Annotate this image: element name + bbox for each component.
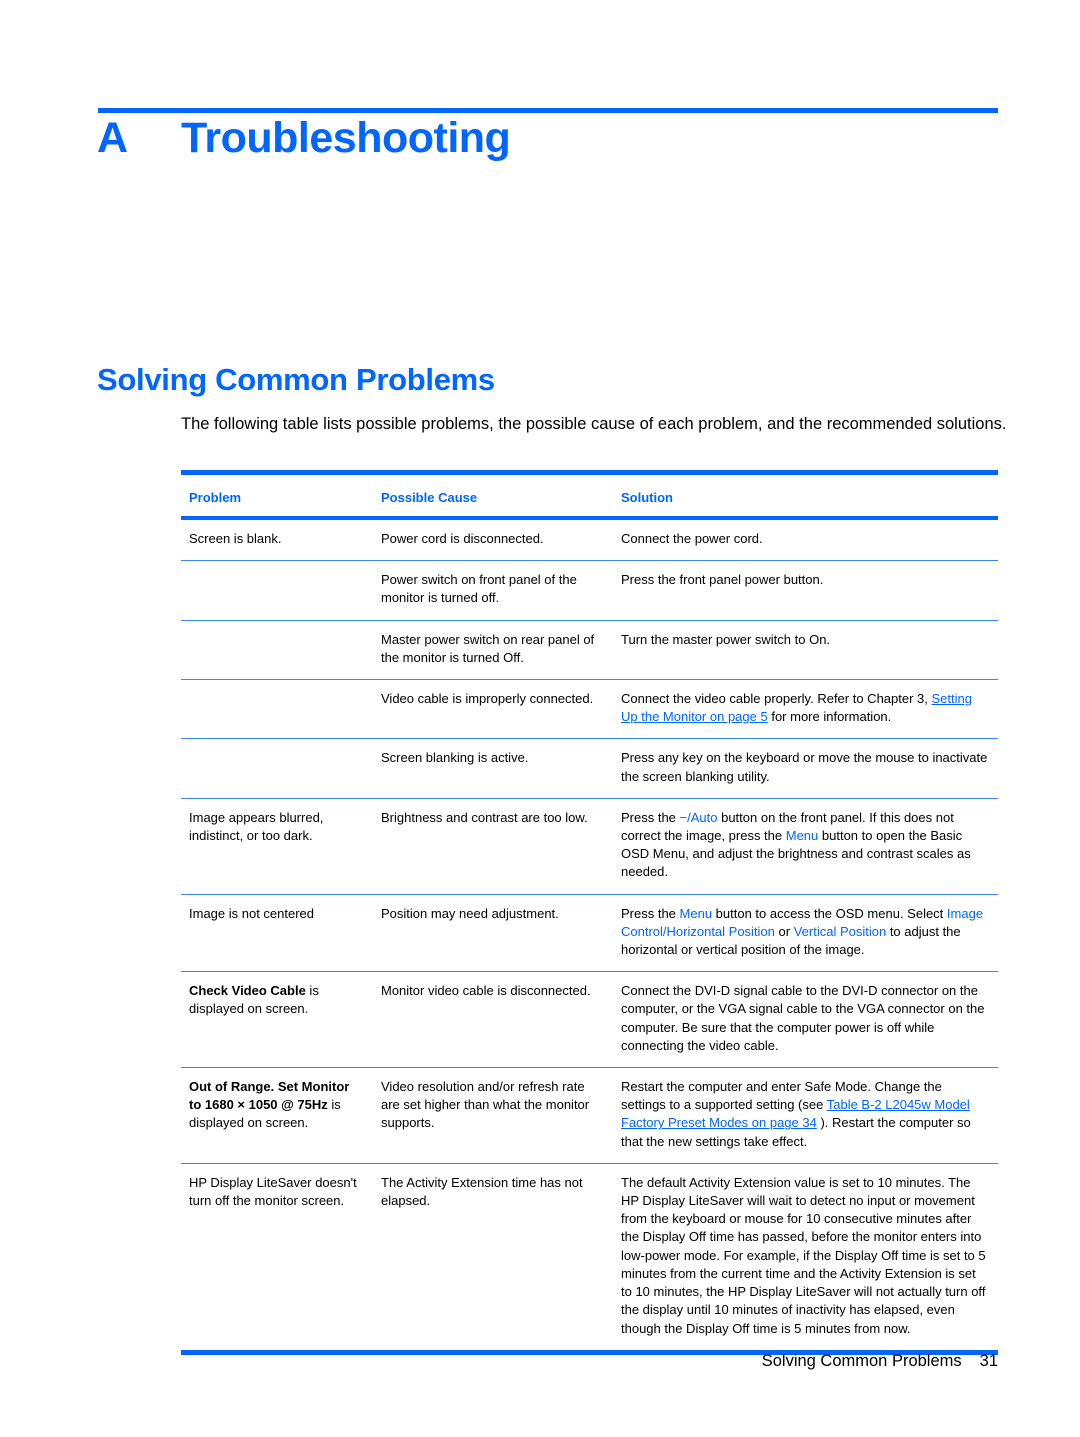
table-row: Master power switch on rear panel of the… [181, 620, 998, 681]
table-row: Image appears blurred, indistinct, or to… [181, 798, 998, 895]
cell-solution: Restart the computer and enter Safe Mode… [613, 1067, 998, 1164]
cell-possible-cause: The Activity Extension time has not elap… [381, 1174, 583, 1209]
header-solution: Solution [621, 490, 673, 505]
table-row: Check Video Cable is displayed on screen… [181, 971, 998, 1069]
cell-solution: Press the −/Auto button on the front pan… [613, 798, 998, 895]
text-run: for more information. [767, 709, 892, 725]
table-row: Screen blanking is active. Press any key … [181, 738, 998, 799]
cell-solution: Connect the DVI-D signal cable to the DV… [613, 971, 998, 1069]
ui-term: Menu [785, 828, 819, 844]
page-number: 31 [979, 1352, 998, 1370]
chapter-letter: A [97, 114, 128, 162]
table-header-row: Problem Possible Cause Solution [181, 475, 998, 516]
cell-problem: Screen is blank. [181, 520, 373, 562]
cell-solution: Connect the video cable properly. Refer … [613, 679, 998, 740]
cell-solution: Press any key on the keyboard or move th… [613, 738, 998, 799]
section-title: Solving Common Problems [97, 362, 495, 397]
text-run: Image appears blurred, indistinct, or to… [189, 809, 324, 844]
chapter-title: A Troubleshooting [97, 114, 511, 163]
table-row: Out of Range. Set Monitor to 1680 × 1050… [181, 1067, 998, 1164]
table-row: Power switch on front panel of the monit… [181, 560, 998, 621]
page-footer: Solving Common Problems 31 [762, 1352, 998, 1371]
cell-solution: Connect the power cord. [613, 520, 998, 562]
section-intro: The following table lists possible probl… [181, 415, 1007, 433]
cell-possible-cause: Screen blanking is active. [373, 738, 613, 799]
cell-problem: Image is not centered [181, 894, 373, 973]
text-run: HP Display LiteSaver doesn't turn off th… [189, 1174, 357, 1209]
table-row: Screen is blank. Power cord is disconnect… [181, 520, 998, 562]
header-possible-cause: Possible Cause [381, 490, 478, 505]
cell-problem: HP Display LiteSaver doesn't turn off th… [181, 1163, 373, 1349]
cell-solution: Turn the master power switch to On. [613, 620, 998, 681]
text-run: Screen is blank. [189, 531, 282, 546]
text-run: Turn the master power switch to On. [621, 631, 831, 647]
header-problem: Problem [189, 490, 242, 505]
text-run: Press any key on the keyboard or move th… [621, 750, 988, 784]
cell-problem: Check Video Cable is displayed on screen… [181, 971, 373, 1069]
text-run: The default Activity Extension value is … [621, 1174, 986, 1336]
ui-term: −/Auto [679, 809, 718, 825]
cell-possible-cause: Brightness and contrast are too low. [373, 798, 613, 895]
cell-problem [181, 738, 373, 799]
cell-solution: Press the front panel power button. [613, 560, 998, 621]
on-screen-message: Check Video Cable [189, 983, 306, 999]
ui-term: Vertical Position [793, 923, 887, 939]
table-row: HP Display LiteSaver doesn't turn off th… [181, 1163, 998, 1349]
text-run: Press the front panel power button. [621, 572, 824, 588]
on-screen-message: Out of Range. Set Monitor to 1680 × 1050… [189, 1079, 350, 1113]
chapter-top-rule [98, 108, 998, 113]
cell-problem: Image appears blurred, indistinct, or to… [181, 798, 373, 895]
text-run: button to access the OSD menu. Select [712, 905, 947, 921]
cell-problem [181, 560, 373, 621]
cell-possible-cause: Position may need adjustment. [373, 894, 613, 973]
cell-solution: Press the Menu button to access the OSD … [613, 894, 998, 973]
chapter-title-text: Troubleshooting [181, 114, 511, 162]
text-run: Connect the DVI-D signal cable to the DV… [621, 983, 985, 1053]
text-run: Press the [621, 905, 680, 921]
cell-possible-cause: Monitor video cable is disconnected. [373, 971, 613, 1069]
cell-possible-cause: Video resolution and/or refresh rate are… [373, 1067, 613, 1164]
text-run: or [774, 923, 794, 939]
cell-problem [181, 679, 373, 740]
text-run: Press the [621, 809, 680, 825]
footer-section-title: Solving Common Problems [761, 1352, 962, 1370]
cell-problem [181, 620, 373, 681]
text-run: Connect the power cord. [621, 531, 763, 546]
ui-term: Menu [679, 905, 713, 921]
cell-problem: Out of Range. Set Monitor to 1680 × 1050… [181, 1067, 373, 1164]
table-row: Video cable is improperly connected. Conn… [181, 679, 998, 740]
cell-possible-cause: Power switch on front panel of the monit… [373, 560, 613, 621]
cell-possible-cause: Master power switch on rear panel of the… [373, 620, 613, 681]
text-run: Image is not centered [189, 905, 315, 921]
table-body: Screen is blank. Power cord is disconnect… [181, 520, 998, 1350]
table-row: Image is not centered Position may need a… [181, 894, 998, 973]
text-run: Connect the video cable properly. Refer … [621, 691, 932, 707]
cell-solution: The default Activity Extension value is … [613, 1163, 998, 1349]
cell-possible-cause: Power cord is disconnected. [373, 520, 613, 562]
troubleshooting-table: Problem Possible Cause Solution Screen i… [181, 470, 998, 1355]
cell-possible-cause: Video cable is improperly connected. [373, 679, 613, 740]
